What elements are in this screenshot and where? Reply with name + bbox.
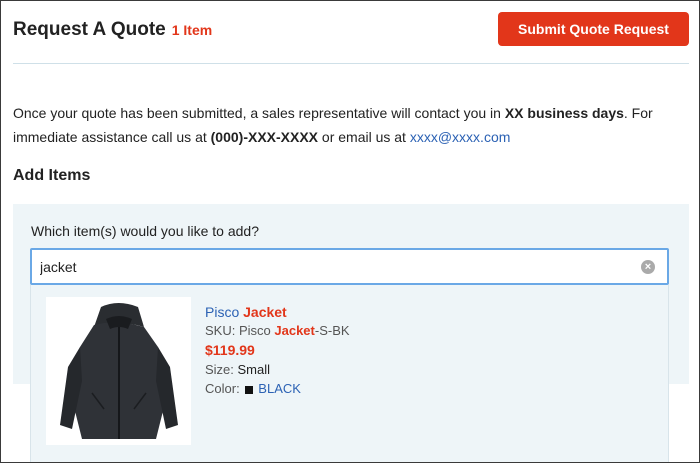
search-results-dropdown: Pisco Jacket SKU: Pisco Jacket-S-BK $119… xyxy=(30,285,669,462)
add-items-heading: Add Items xyxy=(13,167,91,184)
result-name[interactable]: Pisco Jacket xyxy=(205,303,350,321)
header-divider xyxy=(13,63,689,64)
phone-number: (000)-XXX-XXXX xyxy=(210,129,319,145)
item-search-box: × xyxy=(30,248,669,285)
page-title-text: Request A Quote xyxy=(13,19,166,40)
quote-description: Once your quote has been submitted, a sa… xyxy=(13,101,689,149)
email-link[interactable]: xxxx@xxxx.com xyxy=(410,129,511,145)
color-value: BLACK xyxy=(258,381,301,396)
color-swatch-icon xyxy=(245,385,254,394)
business-days: XX business days xyxy=(504,105,624,121)
sku-match: Jacket xyxy=(274,323,315,338)
description-text-1: Once your quote has been submitted, a sa… xyxy=(13,105,505,121)
size-value: Small xyxy=(237,362,271,377)
item-search-input[interactable] xyxy=(32,250,648,283)
result-details: Pisco Jacket SKU: Pisco Jacket-S-BK $119… xyxy=(205,303,350,398)
sku-prefix: Pisco xyxy=(238,323,275,338)
result-size: Size: Small xyxy=(205,360,350,379)
sku-label: SKU: xyxy=(205,323,239,338)
sku-suffix: -S-BK xyxy=(314,323,350,338)
quote-page: Request A Quote 1 Item Submit Quote Reque… xyxy=(0,0,700,463)
result-price: $119.99 xyxy=(205,342,255,358)
page-header: Request A Quote 1 Item Submit Quote Reque… xyxy=(1,1,699,63)
result-sku: SKU: Pisco Jacket-S-BK xyxy=(205,321,350,340)
result-name-match: Jacket xyxy=(243,304,287,320)
result-name-prefix: Pisco xyxy=(205,304,244,320)
jacket-icon xyxy=(60,303,178,439)
jacket-image xyxy=(46,297,191,445)
page-title: Request A Quote 1 Item xyxy=(13,19,212,41)
clear-search-icon[interactable]: × xyxy=(641,260,655,274)
search-result-item[interactable]: Pisco Jacket SKU: Pisco Jacket-S-BK $119… xyxy=(31,285,668,462)
size-label: Size: xyxy=(205,362,238,377)
description-text-3: or email us at xyxy=(318,129,410,145)
add-items-question: Which item(s) would you like to add? xyxy=(31,223,259,239)
result-color: Color: BLACK xyxy=(205,379,350,398)
submit-quote-button[interactable]: Submit Quote Request xyxy=(498,12,689,46)
item-count-badge: 1 Item xyxy=(171,22,213,38)
color-label: Color: xyxy=(205,381,244,396)
